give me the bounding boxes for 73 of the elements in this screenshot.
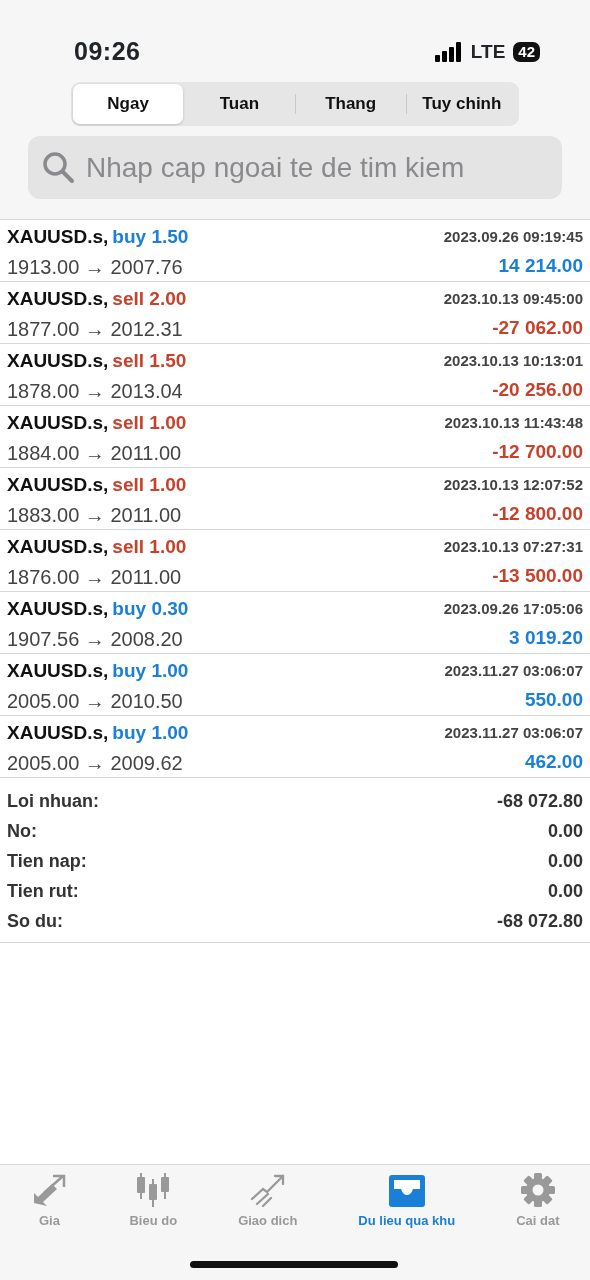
- trend-icon: [248, 1173, 287, 1207]
- signal-icon: [434, 42, 463, 62]
- order-label: buy 1.50: [112, 225, 189, 249]
- profit-value: 462.00: [524, 750, 583, 775]
- order-label: sell 1.00: [112, 535, 187, 559]
- symbol-label: XAUUSD.s,: [7, 659, 109, 683]
- trade-time: 2023.10.13 07:27:31: [443, 537, 583, 557]
- nav-tab[interactable]: Giao dich: [238, 1165, 298, 1231]
- order-label: buy 0.30: [112, 597, 189, 621]
- period-tab[interactable]: Tuy chinh: [406, 84, 517, 124]
- trade-time: 2023.09.26 09:19:45: [443, 227, 583, 247]
- nav-tab[interactable]: Du lieu qua khu: [358, 1165, 456, 1231]
- summary-label: So du:: [7, 909, 63, 933]
- nav-tab[interactable]: Gia: [30, 1165, 69, 1231]
- summary-value: 0.00: [547, 879, 583, 903]
- symbol-label: XAUUSD.s,: [7, 349, 109, 373]
- order-label: sell 1.50: [112, 349, 187, 373]
- profit-value: -20 256.00: [492, 378, 583, 403]
- price-range: 1913.00 → 2007.76: [7, 254, 183, 280]
- trade-time: 2023.09.26 17:05:06: [443, 599, 583, 619]
- trade-time: 2023.11.27 03:06:07: [444, 723, 583, 743]
- profit-value: 3 019.20: [509, 626, 583, 651]
- summary-value: -68 072.80: [496, 789, 583, 813]
- trade-time: 2023.10.13 10:13:01: [443, 351, 583, 371]
- profit-value: -27 062.00: [492, 316, 583, 341]
- order-label: sell 1.00: [112, 473, 187, 497]
- order-label: buy 1.00: [112, 721, 189, 745]
- nav-tab[interactable]: Bieu do: [129, 1165, 178, 1231]
- price-range: 1878.00 → 2013.04: [7, 378, 183, 404]
- trade-time: 2023.11.27 03:06:07: [444, 661, 583, 681]
- price-range: 2005.00 → 2010.50: [7, 688, 183, 714]
- summary-value: 0.00: [547, 819, 583, 843]
- nav-tab[interactable]: Cai dat: [516, 1165, 560, 1231]
- price-range: 1876.00 → 2011.00: [7, 564, 182, 590]
- symbol-label: XAUUSD.s,: [7, 473, 109, 497]
- symbol-label: XAUUSD.s,: [7, 535, 109, 559]
- profit-value: -13 500.00: [492, 564, 583, 589]
- price-range: 1884.00 → 2011.00: [7, 440, 182, 466]
- battery-level: 42: [513, 42, 540, 62]
- order-label: buy 1.00: [112, 659, 189, 683]
- search-icon: [41, 150, 75, 184]
- price-range: 1877.00 → 2012.31: [7, 316, 183, 342]
- symbol-label: XAUUSD.s,: [7, 721, 109, 745]
- symbol-label: XAUUSD.s,: [7, 411, 109, 435]
- profit-value: -12 700.00: [492, 440, 583, 465]
- profit-value: -12 800.00: [492, 502, 583, 527]
- summary-label: Tien rut:: [7, 879, 79, 903]
- summary-label: No:: [7, 819, 37, 843]
- symbol-label: XAUUSD.s,: [7, 287, 109, 311]
- summary-label: Loi nhuan:: [7, 789, 99, 813]
- settings-icon: [518, 1173, 557, 1207]
- summary-value: -68 072.80: [496, 909, 583, 933]
- period-tab[interactable]: Ngay: [73, 84, 184, 124]
- profit-value: 550.00: [524, 688, 583, 713]
- period-tab[interactable]: Thang: [295, 84, 406, 124]
- summary-value: 0.00: [547, 849, 583, 873]
- symbol-label: XAUUSD.s,: [7, 597, 109, 621]
- trade-time: 2023.10.13 11:43:48: [444, 413, 583, 433]
- profit-value: 14 214.00: [498, 254, 583, 279]
- price-range: 1883.00 → 2011.00: [7, 502, 182, 528]
- summary-label: Tien nap:: [7, 849, 87, 873]
- trade-time: 2023.10.13 12:07:52: [443, 475, 583, 495]
- clock: 09:26: [74, 36, 141, 68]
- symbol-label: XAUUSD.s,: [7, 225, 109, 249]
- search-field[interactable]: Nhap cap ngoai te de tim kiem: [28, 136, 562, 199]
- tray-icon: [387, 1173, 426, 1207]
- order-label: sell 1.00: [112, 411, 187, 435]
- order-label: sell 2.00: [112, 287, 187, 311]
- price-range: 2005.00 → 2009.62: [7, 750, 183, 776]
- price-range: 1907.56 → 2008.20: [7, 626, 183, 652]
- trade-time: 2023.10.13 09:45:00: [443, 289, 583, 309]
- period-tab[interactable]: Tuan: [184, 84, 295, 124]
- network-label: LTE: [470, 39, 506, 64]
